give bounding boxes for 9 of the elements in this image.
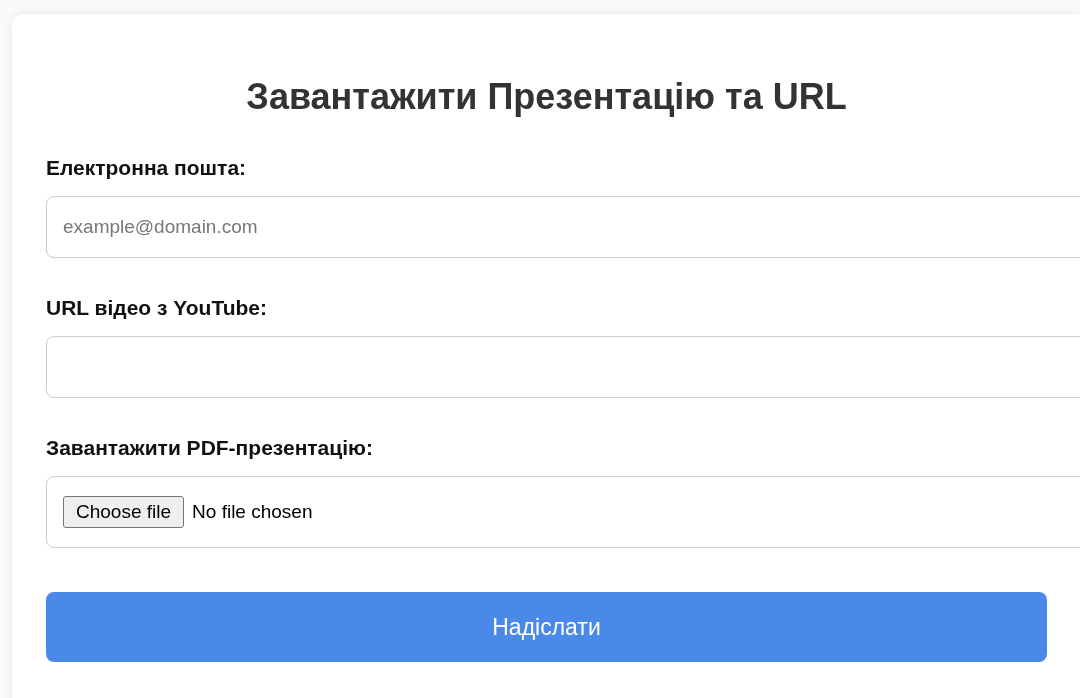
field-label: Завантажити PDF-презентацію: [46,436,373,460]
field-label: URL відео з YouTube: [46,296,267,320]
input-field[interactable]: example@domain.com [46,196,1080,258]
choose-file-button[interactable]: Choose file [63,496,185,528]
form-title: Завантажити Презентацію та URL [245,76,848,118]
file-field[interactable]: Choose file No file chosen [46,476,1080,548]
field-label: Електронна пошта: [46,156,247,180]
file-status: No file chosen [192,501,313,523]
input-field[interactable] [46,336,1080,398]
